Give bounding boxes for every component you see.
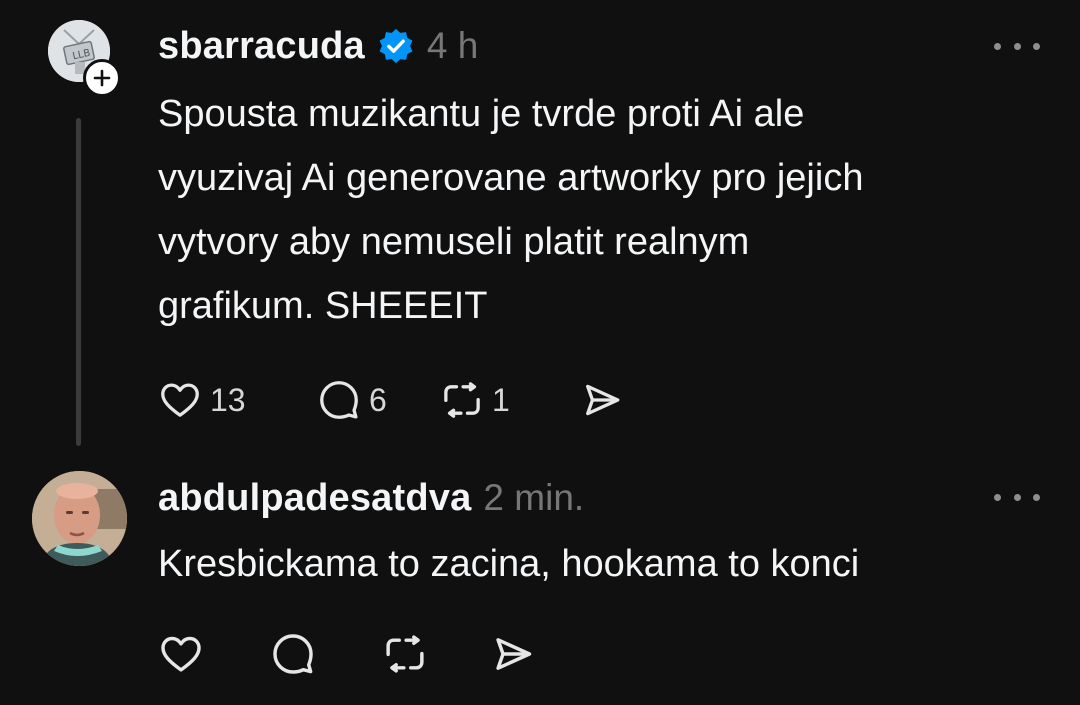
post-text: Kresbickama to zacina, hookama to konci xyxy=(158,543,860,585)
post-actions: 13 6 1 xyxy=(158,375,624,425)
reply-post: abdulpadesatdva 2 min. Kresbickama to za… xyxy=(0,455,1080,705)
username[interactable]: sbarracuda xyxy=(158,25,365,68)
repost-button[interactable] xyxy=(382,631,428,677)
thread-post: LLB sbarracuda 4 h Spousta muzikantu je … xyxy=(0,0,1080,455)
reply-button[interactable]: 6 xyxy=(317,378,457,422)
repost-button[interactable]: 1 xyxy=(440,378,540,422)
share-button[interactable] xyxy=(490,631,536,677)
thread-line xyxy=(76,118,81,446)
follow-button[interactable] xyxy=(83,59,121,97)
verified-badge-icon xyxy=(377,27,415,65)
more-options-icon[interactable] xyxy=(994,38,1040,54)
repost-count: 1 xyxy=(492,381,510,418)
share-button[interactable] xyxy=(580,378,624,422)
like-button[interactable] xyxy=(158,631,204,677)
username[interactable]: abdulpadesatdva xyxy=(158,477,471,520)
plus-icon xyxy=(93,69,111,87)
repost-icon xyxy=(444,382,480,418)
comment-icon xyxy=(273,634,313,674)
share-icon xyxy=(496,638,532,670)
reply-count: 6 xyxy=(369,381,387,418)
reply-button[interactable] xyxy=(270,631,316,677)
post-header: sbarracuda 4 h xyxy=(158,18,478,74)
post-text: Spousta muzikantu je tvrde proti Ai ale … xyxy=(158,93,864,327)
repost-icon xyxy=(386,635,424,673)
heart-icon xyxy=(161,636,201,672)
like-button[interactable]: 13 xyxy=(158,378,273,422)
timestamp: 2 min. xyxy=(483,477,585,518)
avatar[interactable] xyxy=(32,471,127,566)
heart-icon xyxy=(161,383,199,417)
more-options-icon[interactable] xyxy=(994,489,1040,505)
post-actions xyxy=(158,629,536,679)
like-count: 13 xyxy=(210,381,246,418)
share-icon xyxy=(586,384,620,416)
timestamp: 4 h xyxy=(426,25,479,66)
comment-icon xyxy=(320,381,358,419)
post-header: abdulpadesatdva 2 min. xyxy=(158,470,584,526)
